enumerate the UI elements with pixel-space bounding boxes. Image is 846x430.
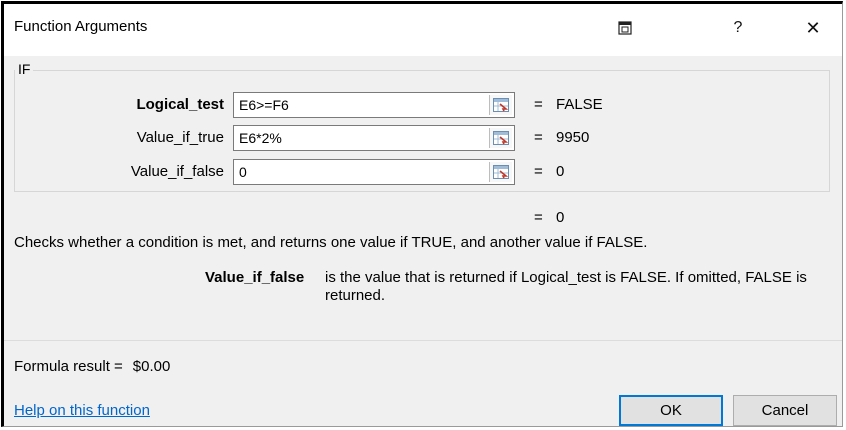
argument-row-logical-test: Logical_test =FALSE	[4, 92, 842, 118]
formula-result: Formula result = $0.00	[14, 358, 170, 375]
range-select-icon[interactable]	[489, 128, 512, 148]
range-select-icon[interactable]	[489, 95, 512, 115]
help-button[interactable]: ?	[715, 8, 761, 48]
argument-field[interactable]	[233, 125, 515, 151]
function-name-label: IF	[15, 61, 34, 77]
formula-result-value: $0.00	[132, 358, 171, 375]
function-arguments-dialog: Function Arguments ? ✕ IF Logical_test E…	[1, 1, 843, 427]
collapse-dialog-icon[interactable]	[602, 8, 648, 48]
argument-result: = 0	[534, 163, 565, 180]
ok-button[interactable]: OK	[619, 395, 723, 426]
argument-label: Value_if_false	[130, 163, 224, 180]
argument-result: = 9950	[534, 129, 590, 146]
divider	[4, 340, 842, 341]
argument-label: Logical_test	[136, 96, 224, 113]
argument-field[interactable]	[233, 159, 515, 185]
function-description: Checks whether a condition is met, and r…	[14, 234, 648, 251]
help-on-function-link[interactable]: Help on this function	[14, 402, 150, 419]
argument-row-value-if-true: Value_if_true =9950	[4, 125, 842, 151]
close-icon: ✕	[805, 17, 821, 38]
value-if-true-input[interactable]	[239, 130, 479, 146]
argument-row-value-if-false: Value_if_false =0	[4, 159, 842, 185]
argument-help-name: Value_if_false	[205, 269, 305, 286]
dialog-title: Function Arguments	[14, 18, 148, 35]
function-overall-result: = 0	[534, 209, 565, 226]
argument-help-text: is the value that is returned if Logical…	[325, 269, 807, 304]
value-if-false-input[interactable]	[239, 164, 479, 180]
formula-result-label: Formula result =	[14, 358, 123, 375]
cancel-button[interactable]: Cancel	[733, 395, 837, 426]
logical-test-input[interactable]	[239, 97, 479, 113]
argument-result: = FALSE	[534, 96, 603, 113]
argument-field[interactable]	[233, 92, 515, 118]
close-button[interactable]: ✕	[790, 8, 836, 48]
argument-label: Value_if_true	[136, 129, 224, 146]
title-bar: Function Arguments ? ✕	[4, 4, 842, 56]
range-select-icon[interactable]	[489, 162, 512, 182]
